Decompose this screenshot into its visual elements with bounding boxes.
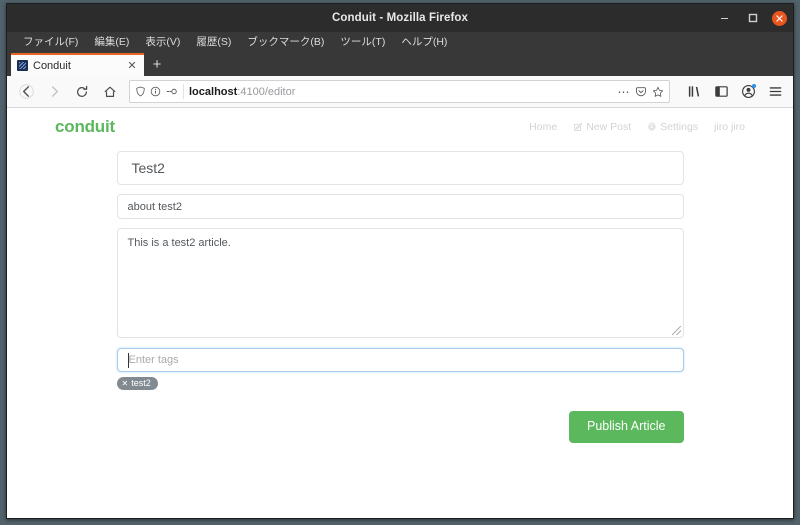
tag-list-row: ✕ test2 <box>7 372 793 390</box>
forward-button[interactable] <box>41 79 67 105</box>
home-button[interactable] <box>97 79 123 105</box>
text-caret <box>127 353 129 368</box>
url-text[interactable]: localhost:4100/editor <box>189 86 613 98</box>
identity-box[interactable] <box>135 84 184 99</box>
info-circle-icon[interactable] <box>150 86 161 97</box>
back-button[interactable] <box>13 79 39 105</box>
browser-tab-conduit[interactable]: Conduit ✕ <box>11 53 144 76</box>
article-description-value: about test2 <box>127 200 182 213</box>
account-notification-dot <box>752 83 756 88</box>
menu-bar: ファイル(F) 編集(E) 表示(V) 履歴(S) ブックマーク(B) ツール(… <box>7 32 793 53</box>
nav-link-home[interactable]: Home <box>529 121 557 133</box>
broken-lock-icon[interactable] <box>165 86 178 97</box>
browser-toolbar-right <box>678 80 787 104</box>
page-viewport: conduit Home New Post Settings jiro jiro… <box>7 108 793 518</box>
conduit-favicon <box>17 60 28 71</box>
hamburger-menu-icon[interactable] <box>763 80 787 104</box>
firefox-window: Conduit - Mozilla Firefox ファイル(F) 編集(E) … <box>6 3 794 519</box>
maximize-button[interactable] <box>744 10 761 27</box>
star-icon[interactable] <box>652 86 664 98</box>
site-brand-logo[interactable]: conduit <box>55 117 115 137</box>
textarea-resize-grip[interactable] <box>671 326 681 335</box>
article-body-value: This is a test2 article. <box>127 237 231 249</box>
desktop-background: Conduit - Mozilla Firefox ファイル(F) 編集(E) … <box>0 0 800 525</box>
tab-title: Conduit <box>33 59 71 72</box>
window-title: Conduit - Mozilla Firefox <box>331 12 469 24</box>
nav-link-profile[interactable]: jiro jiro <box>714 121 745 133</box>
site-header: conduit Home New Post Settings jiro jiro <box>7 108 793 146</box>
article-tags-placeholder: Enter tags <box>128 354 179 366</box>
menu-file[interactable]: ファイル(F) <box>15 32 86 53</box>
tag-label: test2 <box>131 378 151 388</box>
menu-view[interactable]: 表示(V) <box>137 32 188 53</box>
url-bar[interactable]: localhost:4100/editor ⋯ <box>129 80 670 103</box>
library-icon[interactable] <box>682 80 706 104</box>
tag-remove-icon[interactable]: ✕ <box>122 379 129 388</box>
minimize-button[interactable] <box>716 10 733 27</box>
article-description-input[interactable]: about test2 <box>116 194 684 219</box>
description-field-wrap: about test2 <box>7 185 793 219</box>
tags-field-wrap: Enter tags <box>7 338 793 372</box>
url-path: :4100/editor <box>237 85 296 98</box>
navigation-toolbar: localhost:4100/editor ⋯ <box>7 76 793 108</box>
menu-bookmarks[interactable]: ブックマーク(B) <box>239 32 332 53</box>
title-field-wrap: Test2 <box>7 146 793 185</box>
body-field-wrap: This is a test2 article. <box>7 219 793 338</box>
nav-link-settings[interactable]: Settings <box>647 121 698 133</box>
reload-button[interactable] <box>69 79 95 105</box>
menu-edit[interactable]: 編集(E) <box>86 32 137 53</box>
article-title-input[interactable]: Test2 <box>116 151 684 185</box>
menu-history[interactable]: 履歴(S) <box>188 32 239 53</box>
window-titlebar: Conduit - Mozilla Firefox <box>7 4 793 32</box>
nav-link-new-post[interactable]: New Post <box>573 121 631 133</box>
sidebar-icon[interactable] <box>709 80 733 104</box>
new-tab-button[interactable]: + <box>144 53 170 76</box>
article-title-value: Test2 <box>131 160 165 176</box>
tag-list: ✕ test2 <box>116 377 684 390</box>
article-tags-input[interactable]: Enter tags <box>116 348 684 372</box>
nav-new-post-label: New Post <box>586 121 632 133</box>
nav-profile-label: jiro jiro <box>714 121 745 133</box>
compose-icon <box>573 122 583 132</box>
tab-close-icon[interactable]: ✕ <box>126 59 138 72</box>
tag-pill-test2[interactable]: ✕ test2 <box>116 377 158 390</box>
publish-row: Publish Article <box>7 390 793 443</box>
page-actions-icon[interactable]: ⋯ <box>618 85 631 99</box>
publish-row-inner: Publish Article <box>117 411 684 443</box>
pocket-icon[interactable] <box>635 86 647 98</box>
publish-article-button[interactable]: Publish Article <box>568 411 684 443</box>
nav-home-label: Home <box>529 121 558 133</box>
nav-settings-label: Settings <box>660 121 699 133</box>
account-icon[interactable] <box>736 80 760 104</box>
site-navigation: Home New Post Settings jiro jiro <box>529 121 745 133</box>
url-host: localhost <box>189 85 238 98</box>
window-controls <box>716 4 787 32</box>
tab-strip: Conduit ✕ + <box>7 53 793 76</box>
close-button[interactable] <box>772 10 787 26</box>
article-editor-form: Test2 about test2 This is a test2 articl… <box>7 146 793 443</box>
article-body-textarea[interactable]: This is a test2 article. <box>116 228 684 338</box>
shield-icon[interactable] <box>135 86 146 97</box>
menu-help[interactable]: ヘルプ(H) <box>393 32 455 53</box>
gear-icon <box>647 122 657 132</box>
menu-tools[interactable]: ツール(T) <box>332 32 393 53</box>
